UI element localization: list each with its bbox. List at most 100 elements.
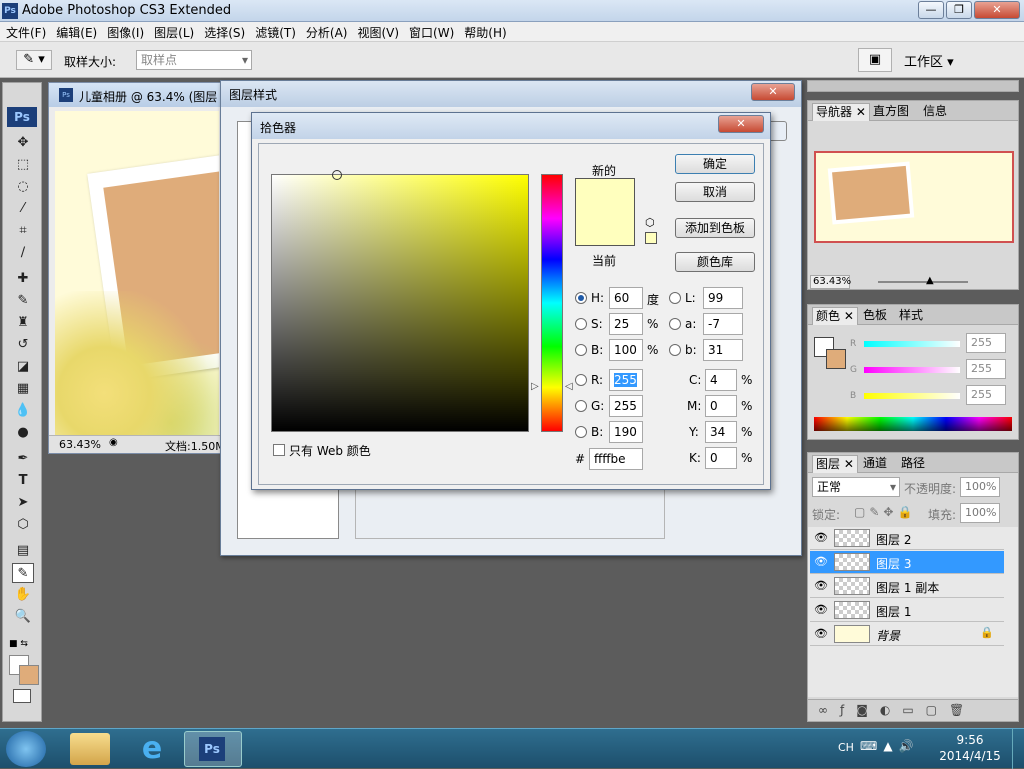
color-libraries-button[interactable]: 颜色库 xyxy=(675,252,755,272)
tab-color[interactable]: 颜色 ✕ xyxy=(812,307,858,325)
visibility-eye-icon[interactable]: 👁 xyxy=(814,627,828,640)
magenta-input[interactable]: 0 xyxy=(705,395,737,417)
current-color-swatch[interactable] xyxy=(576,212,634,245)
bridge-icon[interactable]: ▣ xyxy=(858,48,892,72)
layers-footer-icons[interactable]: ∞ƒ◙◐▭▢🗑 xyxy=(808,699,1018,721)
visibility-eye-icon[interactable]: 👁 xyxy=(814,531,828,544)
clock-time[interactable]: 9:56 xyxy=(940,733,1000,747)
blue-input[interactable]: 190 xyxy=(609,421,643,443)
dodge-tool-icon[interactable]: ● xyxy=(12,423,34,443)
menu-select[interactable]: 选择(S) xyxy=(198,22,249,41)
hue-radio[interactable] xyxy=(575,292,587,304)
minimize-button[interactable]: — xyxy=(918,1,944,19)
zoom-tool-icon[interactable]: 🔍 xyxy=(12,607,34,627)
quick-mask-icon[interactable] xyxy=(13,689,31,703)
ok-button[interactable]: 确定 xyxy=(675,154,755,174)
navigator-zoom-slider[interactable] xyxy=(878,281,968,283)
lab-a-radio[interactable] xyxy=(669,318,681,330)
notes-tool-icon[interactable]: ▤ xyxy=(12,541,34,561)
tab-swatches[interactable]: 色板 xyxy=(860,307,890,325)
tab-layers[interactable]: 图层 ✕ xyxy=(812,455,858,473)
navigator-preview[interactable] xyxy=(814,151,1014,243)
menu-help[interactable]: 帮助(H) xyxy=(458,22,510,41)
layer-style-close-button[interactable]: ✕ xyxy=(751,83,795,101)
red-input[interactable]: 255 xyxy=(609,369,643,391)
healing-brush-tool-icon[interactable]: ✚ xyxy=(12,269,34,289)
menu-analysis[interactable]: 分析(A) xyxy=(300,22,352,41)
gamut-warning-icon[interactable]: ⬡ xyxy=(645,216,655,229)
visibility-eye-icon[interactable]: 👁 xyxy=(814,603,828,616)
lock-icons[interactable]: ▢✎✥🔒 xyxy=(854,505,916,519)
maximize-button[interactable]: ❐ xyxy=(946,1,972,19)
lab-l-input[interactable]: 99 xyxy=(703,287,743,309)
magic-wand-tool-icon[interactable]: ⁄ xyxy=(12,199,34,219)
history-brush-tool-icon[interactable]: ↺ xyxy=(12,335,34,355)
eraser-tool-icon[interactable]: ◪ xyxy=(12,357,34,377)
lab-l-radio[interactable] xyxy=(669,292,681,304)
document-info[interactable]: 文档:1.50M xyxy=(165,438,225,454)
move-tool-icon[interactable]: ✥ xyxy=(12,133,34,153)
hue-slider-left-arrow[interactable]: ▷ xyxy=(531,381,539,392)
menu-image[interactable]: 图像(I) xyxy=(101,22,148,41)
sample-size-select[interactable]: 取样点 ▾ xyxy=(136,50,252,70)
menu-filter[interactable]: 滤镜(T) xyxy=(249,22,300,41)
layer-row[interactable]: 👁 图层 1 xyxy=(810,599,1004,622)
color-panel-background[interactable] xyxy=(826,349,846,369)
clock-date[interactable]: 2014/4/15 xyxy=(934,749,1006,763)
yellow-input[interactable]: 34 xyxy=(705,421,737,443)
panel-dock-header[interactable] xyxy=(807,80,1019,92)
status-menu-icon[interactable]: ◉ xyxy=(109,437,118,448)
tab-navigator[interactable]: 导航器 ✕ xyxy=(812,103,870,121)
internet-explorer-icon[interactable]: e xyxy=(132,731,172,767)
web-colors-checkbox[interactable] xyxy=(273,444,285,456)
clone-stamp-tool-icon[interactable]: ♜ xyxy=(12,313,34,333)
tab-styles[interactable]: 样式 xyxy=(896,307,926,325)
cyan-input[interactable]: 4 xyxy=(705,369,737,391)
lab-b-radio[interactable] xyxy=(669,344,681,356)
path-selection-tool-icon[interactable]: ➤ xyxy=(12,493,34,513)
menu-view[interactable]: 视图(V) xyxy=(351,22,403,41)
lab-a-input[interactable]: -7 xyxy=(703,313,743,335)
tab-histogram[interactable]: 直方图 xyxy=(870,103,912,121)
blend-mode-select[interactable]: 正常 ▾ xyxy=(812,477,900,497)
color-picker-cursor[interactable] xyxy=(332,170,342,180)
brush-tool-icon[interactable]: ✎ xyxy=(12,291,34,311)
eyedropper-tool-icon[interactable]: ✎ xyxy=(12,563,34,583)
navigator-slider-handle[interactable]: ▲ xyxy=(926,275,934,286)
brightness-radio[interactable] xyxy=(575,344,587,356)
brightness-input[interactable]: 100 xyxy=(609,339,643,361)
layer-row[interactable]: 👁 背景 🔒 xyxy=(810,623,1004,646)
menu-file[interactable]: 文件(F) xyxy=(0,22,50,41)
tab-paths[interactable]: 路径 xyxy=(898,455,928,473)
file-explorer-icon[interactable] xyxy=(70,733,110,765)
default-colors-icon[interactable]: ■ ⇆ xyxy=(9,639,28,649)
visibility-eye-icon[interactable]: 👁 xyxy=(814,555,828,568)
layer-row[interactable]: 👁 图层 1 副本 xyxy=(810,575,1004,598)
show-desktop-button[interactable] xyxy=(1012,729,1024,769)
black-input[interactable]: 0 xyxy=(705,447,737,469)
add-to-swatches-button[interactable]: 添加到色板 xyxy=(675,218,755,238)
color-picker-close-button[interactable]: ✕ xyxy=(718,115,764,133)
visibility-eye-icon[interactable]: 👁 xyxy=(814,579,828,592)
tab-channels[interactable]: 通道 xyxy=(860,455,890,473)
fill-input[interactable]: 100% xyxy=(960,503,1000,523)
start-button-icon[interactable] xyxy=(6,731,46,767)
hue-input[interactable]: 60 xyxy=(609,287,643,309)
hand-tool-icon[interactable]: ✋ xyxy=(12,585,34,605)
crop-tool-icon[interactable]: ⌗ xyxy=(12,221,34,241)
hue-slider-right-arrow[interactable]: ◁ xyxy=(565,381,573,392)
saturation-brightness-field[interactable] xyxy=(271,170,529,432)
lab-b-input[interactable]: 31 xyxy=(703,339,743,361)
g-value-field[interactable]: 255 xyxy=(966,359,1006,379)
gradient-tool-icon[interactable]: ▦ xyxy=(12,379,34,399)
pen-tool-icon[interactable]: ✒ xyxy=(12,449,34,469)
blue-radio[interactable] xyxy=(575,426,587,438)
blur-tool-icon[interactable]: 💧 xyxy=(12,401,34,421)
saturation-input[interactable]: 25 xyxy=(609,313,643,335)
menu-window[interactable]: 窗口(W) xyxy=(403,22,458,41)
system-tray-icons[interactable]: ⌨▲🔊 xyxy=(860,739,920,753)
r-value-field[interactable]: 255 xyxy=(966,333,1006,353)
saturation-radio[interactable] xyxy=(575,318,587,330)
marquee-tool-icon[interactable]: ⬚ xyxy=(12,155,34,175)
background-color-swatch[interactable] xyxy=(19,665,39,685)
